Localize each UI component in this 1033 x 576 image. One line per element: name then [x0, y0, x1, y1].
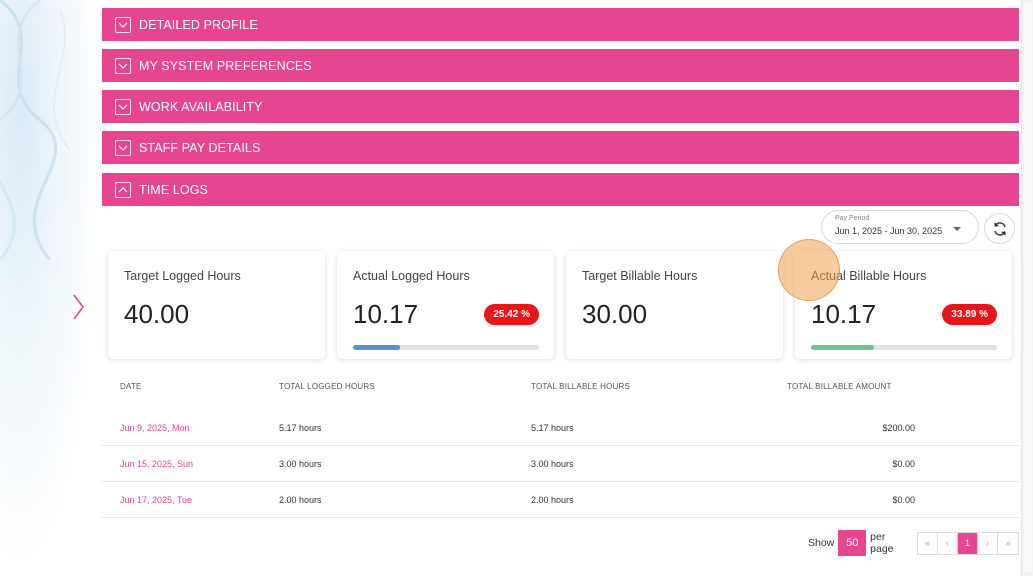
row-logged-hours: 5.17 hours	[279, 423, 322, 433]
row-date-link[interactable]: Jun 9, 2025, Mon	[120, 423, 190, 433]
row-billable-amount: $0.00	[892, 495, 915, 505]
row-date-link[interactable]: Jun 17, 2025, Tue	[120, 495, 192, 505]
table-row: Jun 15, 2025, Sun 3.00 hours 3.00 hours …	[102, 446, 1019, 482]
page-1-button[interactable]: 1	[958, 532, 978, 554]
page-size-select[interactable]: 50	[838, 530, 867, 556]
card-value: 10.17	[811, 299, 877, 329]
page-nav: « ‹ 1 › »	[917, 531, 1019, 555]
percent-badge: 33.89 %	[942, 304, 997, 325]
card-actual-billable-hours: Actual Billable Hours 10.17 33.89 %	[795, 251, 1012, 359]
row-billable-amount: $0.00	[892, 459, 915, 469]
scrollbar-thumb[interactable]	[1024, 2, 1032, 572]
pay-period-select[interactable]: Pay Period Jun 1, 2025 - Jun 30, 2025	[821, 210, 979, 244]
progress-bar	[353, 345, 539, 350]
accordion-work-availability[interactable]: WORK AVAILABILITY	[102, 90, 1019, 123]
prev-page-button[interactable]: ‹	[938, 532, 958, 554]
scrollbar[interactable]	[1021, 0, 1033, 576]
row-billable-amount: $200.00	[882, 423, 915, 433]
profile-content: DETAILED PROFILE MY SYSTEM PREFERENCES W…	[102, 0, 1019, 576]
accordion-label: WORK AVAILABILITY	[139, 99, 263, 114]
refresh-icon	[993, 221, 1006, 236]
accordion-system-preferences[interactable]: MY SYSTEM PREFERENCES	[102, 49, 1019, 82]
progress-fill	[353, 345, 401, 350]
accordion-label: DETAILED PROFILE	[139, 17, 258, 32]
row-billable-hours: 2.00 hours	[531, 495, 574, 505]
card-value: 40.00	[124, 299, 190, 329]
chevron-up-icon	[115, 181, 131, 198]
table-row: Jun 17, 2025, Tue 2.00 hours 2.00 hours …	[102, 482, 1019, 518]
first-page-button[interactable]: «	[918, 532, 938, 554]
card-title: Target Billable Hours	[582, 269, 698, 283]
background-decoration	[0, 0, 102, 576]
accordion-label: STAFF PAY DETAILS	[139, 140, 261, 155]
show-label: Show	[808, 537, 835, 549]
card-title: Actual Logged Hours	[353, 269, 470, 283]
chevron-down-icon	[115, 139, 131, 156]
chevron-down-icon	[115, 16, 131, 33]
next-page-button[interactable]: ›	[978, 532, 998, 554]
accordion-label: TIME LOGS	[139, 182, 208, 197]
percent-badge: 25.42 %	[484, 304, 539, 325]
last-page-button[interactable]: »	[998, 533, 1018, 554]
table-row: Jun 9, 2025, Mon 5.17 hours 5.17 hours $…	[102, 410, 1019, 446]
card-value: 10.17	[353, 299, 419, 329]
dna-graphic	[0, 0, 71, 260]
column-header-date: DATE	[120, 382, 142, 391]
per-page-label: per page	[870, 531, 894, 555]
row-logged-hours: 2.00 hours	[279, 495, 322, 505]
progress-bar	[811, 345, 997, 350]
card-target-logged-hours: Target Logged Hours 40.00	[108, 251, 325, 359]
refresh-button[interactable]	[984, 213, 1015, 244]
chevron-right-icon[interactable]	[70, 292, 86, 322]
pagination: Show 50 per page « ‹ 1 › »	[808, 530, 1019, 556]
row-billable-hours: 5.17 hours	[531, 423, 574, 433]
pay-period-label: Pay Period	[835, 215, 870, 222]
accordion-staff-pay-details[interactable]: STAFF PAY DETAILS	[102, 131, 1019, 164]
column-header-logged-hours: TOTAL LOGGED HOURS	[279, 382, 375, 391]
card-value: 30.00	[582, 299, 648, 329]
accordion-time-logs[interactable]: TIME LOGS	[102, 173, 1019, 206]
row-logged-hours: 3.00 hours	[279, 459, 322, 469]
caret-down-icon	[953, 227, 961, 231]
accordion-detailed-profile[interactable]: DETAILED PROFILE	[102, 8, 1019, 41]
accordion-label: MY SYSTEM PREFERENCES	[139, 58, 312, 73]
card-title: Target Logged Hours	[124, 269, 241, 283]
pay-period-value: Jun 1, 2025 - Jun 30, 2025	[835, 226, 943, 236]
card-actual-logged-hours: Actual Logged Hours 10.17 25.42 %	[337, 251, 554, 359]
progress-fill	[811, 345, 875, 350]
card-title: Actual Billable Hours	[811, 269, 927, 283]
chevron-down-icon	[115, 98, 131, 115]
column-header-billable-amount: TOTAL BILLABLE AMOUNT	[787, 382, 892, 391]
chevron-down-icon	[115, 57, 131, 74]
card-target-billable-hours: Target Billable Hours 30.00	[566, 251, 783, 359]
column-header-billable-hours: TOTAL BILLABLE HOURS	[531, 382, 630, 391]
row-date-link[interactable]: Jun 15, 2025, Sun	[120, 459, 193, 469]
row-billable-hours: 3.00 hours	[531, 459, 574, 469]
